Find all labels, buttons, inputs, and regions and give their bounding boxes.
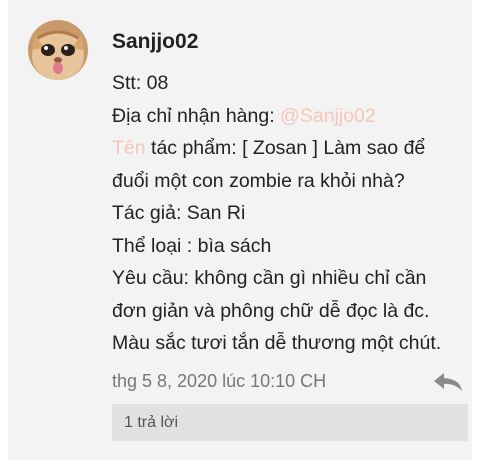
request-line-1: Yêu cầu: không cần gì nhiều chỉ cần	[112, 267, 427, 289]
cat-avatar-icon	[28, 20, 88, 80]
request-line-3: Màu sắc tươi tắn dễ thương một chút.	[112, 332, 442, 354]
comment-timestamp: thg 5 8, 2020 lúc 10:10 CH	[112, 371, 327, 391]
address-mention-link[interactable]: @Sanjjo02	[280, 105, 376, 127]
title-continuation: đuổi một con zombie ra khỏi nhà?	[112, 169, 405, 192]
author-line: Tác giả: San Ri	[112, 202, 246, 224]
view-replies-button[interactable]: 1 trả lời	[112, 404, 468, 441]
title-label: Tên	[112, 137, 146, 159]
comment-body: Stt: 08 Địa chỉ nhận hàng: @Sanjjo02 Tên…	[112, 67, 472, 360]
title-line: Tên tác phẩm: [ Zosan ] Làm sao để	[112, 132, 472, 165]
comment-meta: thg 5 8, 2020 lúc 10:10 CH	[112, 371, 468, 397]
address-label: Địa chỉ nhận hàng:	[112, 104, 281, 127]
username[interactable]: Sanjjo02	[112, 30, 198, 54]
title-rest: tác phẩm: [ Zosan ] Làm sao để	[145, 137, 426, 159]
genre-line: Thể loại : bìa sách	[112, 234, 272, 257]
address-line: Địa chỉ nhận hàng: @Sanjjo02	[112, 100, 472, 133]
request-line-2: đơn giản và phông chữ dễ đọc là đc.	[112, 299, 430, 322]
reply-icon[interactable]	[432, 371, 464, 393]
comment-card: Sanjjo02 Stt: 08 Địa chỉ nhận hàng: @San…	[8, 0, 472, 460]
user-avatar[interactable]	[28, 20, 88, 80]
stt-line: Stt: 08	[112, 72, 169, 94]
